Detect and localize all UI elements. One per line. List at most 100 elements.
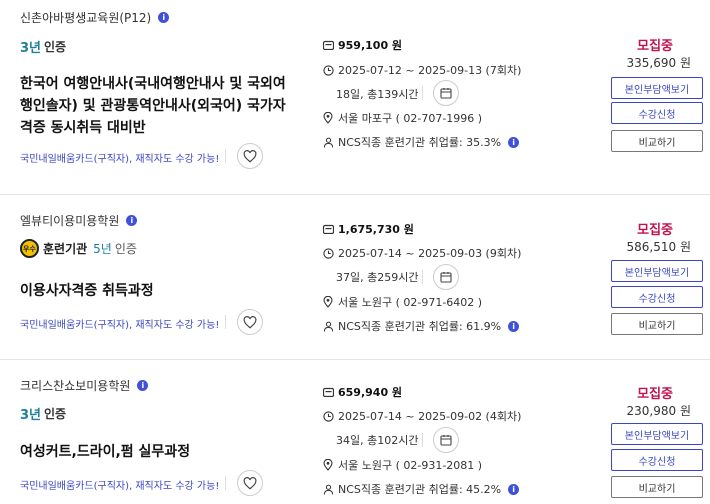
heart-icon — [243, 315, 257, 329]
org-name-row: 신촌아바평생교육원(P12) i — [20, 9, 170, 26]
card-eligibility: 국민내일배움카드(구직자), 재직자도 수강 가능! — [20, 481, 220, 492]
period-row: 2025-07-14 ~ 2025-09-03 (9회차) — [322, 245, 521, 261]
wallet-icon — [322, 223, 334, 235]
info-icon[interactable]: i — [508, 483, 520, 495]
card-eligibility: 국민내일배움카드(구직자), 재직자도 수강 가능! — [20, 154, 220, 165]
cert-years: 3년 — [20, 41, 42, 56]
heart-icon — [243, 476, 257, 490]
wallet-icon — [322, 39, 334, 51]
self-pay-button[interactable]: 본인부담액보기 — [611, 260, 703, 282]
divider — [225, 315, 226, 329]
period-row: 2025-07-14 ~ 2025-09-02 (4회차) — [322, 408, 521, 424]
calendar-icon — [440, 272, 452, 283]
employment-rate: NCS직종 훈련기관 취업률: 45.2% — [338, 483, 502, 496]
org-name-row: 엘뷰티이용미용학원 i — [20, 212, 138, 229]
course-location: 서울 마포구 ( 02-707-1996 ) — [338, 112, 483, 125]
certification-badge: 3년 인증 — [20, 404, 66, 423]
info-icon[interactable]: i — [126, 215, 138, 226]
self-pay-amount: 586,510 원 — [626, 240, 691, 254]
course-period: 2025-07-14 ~ 2025-09-03 (9회차) — [338, 247, 522, 260]
cert-name: 훈련기관 — [43, 242, 88, 256]
self-pay-amount: 335,690 원 — [626, 56, 691, 70]
apply-button[interactable]: 수강신청 — [611, 449, 703, 471]
course-period: 2025-07-14 ~ 2025-09-02 (4회차) — [338, 410, 522, 423]
clock-icon — [322, 247, 334, 259]
course-duration: 37일, 총259시간 — [336, 271, 419, 284]
person-icon — [322, 320, 334, 332]
pin-icon — [322, 459, 334, 471]
course-card[interactable]: 엘뷰티이용미용학원 i 우수 훈련기관 5년 인증 이용사자격증 취득과정 국민… — [0, 195, 710, 359]
cert-years: 3년 — [20, 408, 42, 423]
info-icon[interactable]: i — [158, 12, 170, 23]
compare-button[interactable]: 비교하기 — [611, 313, 703, 335]
employment-row: NCS직종 훈련기관 취업률: 61.9% i — [322, 318, 520, 334]
self-pay-amount: 230,980 원 — [626, 404, 691, 418]
calendar-button[interactable] — [433, 80, 459, 106]
clock-icon — [322, 410, 334, 422]
course-duration: 18일, 총139시간 — [336, 88, 419, 101]
price-row: 1,675,730 원 — [322, 221, 414, 237]
excellence-seal-icon: 우수 — [20, 239, 39, 258]
wishlist-button[interactable] — [237, 143, 263, 169]
course-title[interactable]: 이용사자격증 취득과정 — [20, 280, 295, 302]
employment-row: NCS직종 훈련기관 취업률: 35.3% i — [322, 134, 520, 150]
apply-button[interactable]: 수강신청 — [611, 102, 703, 124]
org-name-row: 크리스찬쇼보미용학원 i — [20, 377, 149, 394]
status-badge: 모집중 — [637, 39, 673, 54]
course-price: 1,675,730 원 — [338, 223, 414, 236]
info-icon[interactable]: i — [508, 136, 520, 148]
employment-rate: NCS직종 훈련기관 취업률: 35.3% — [338, 136, 502, 149]
status-badge: 모집중 — [637, 387, 673, 402]
person-icon — [322, 136, 334, 148]
course-title[interactable]: 여성커트,드라이,펌 실무과정 — [20, 441, 295, 463]
clock-icon — [322, 64, 334, 76]
person-icon — [322, 483, 334, 495]
divider — [225, 476, 226, 490]
cert-label: 인증 — [114, 242, 137, 256]
location-row: 서울 노원구 ( 02-971-6402 ) — [322, 294, 482, 310]
period-row: 2025-07-12 ~ 2025-09-13 (7회차) — [322, 62, 521, 78]
cert-years: 5년 — [93, 242, 112, 256]
status-badge: 모집중 — [637, 223, 673, 238]
course-duration: 34일, 총102시간 — [336, 434, 419, 447]
card-eligibility: 국민내일배움카드(구직자), 재직자도 수강 가능! — [20, 320, 220, 331]
course-title[interactable]: 한국어 여행안내사(국내여행안내사 및 국외여행인솔자) 및 관광통역안내사(외… — [20, 73, 295, 139]
calendar-button[interactable] — [433, 264, 459, 290]
wishlist-button[interactable] — [237, 470, 263, 496]
wishlist-button[interactable] — [237, 309, 263, 335]
course-period: 2025-07-12 ~ 2025-09-13 (7회차) — [338, 64, 522, 77]
certification-badge: 3년 인증 — [20, 37, 66, 56]
info-icon[interactable]: i — [508, 320, 520, 332]
divider — [422, 270, 423, 284]
calendar-icon — [440, 88, 452, 99]
pin-icon — [322, 296, 334, 308]
wallet-icon — [322, 386, 334, 398]
compare-button[interactable]: 비교하기 — [611, 130, 703, 152]
divider — [225, 149, 226, 163]
calendar-button[interactable] — [433, 427, 459, 453]
cert-label: 인증 — [44, 407, 67, 421]
self-pay-button[interactable]: 본인부담액보기 — [611, 77, 703, 99]
info-icon[interactable]: i — [137, 380, 149, 391]
course-card[interactable]: 신촌아바평생교육원(P12) i 3년 인증 한국어 여행안내사(국내여행안내사… — [0, 0, 710, 194]
pin-icon — [322, 112, 334, 124]
self-pay-button[interactable]: 본인부담액보기 — [611, 423, 703, 445]
course-price: 959,100 원 — [338, 39, 403, 52]
divider — [422, 433, 423, 447]
price-row: 659,940 원 — [322, 384, 402, 400]
location-row: 서울 노원구 ( 02-931-2081 ) — [322, 457, 482, 473]
employment-row: NCS직종 훈련기관 취업률: 45.2% i — [322, 481, 520, 497]
heart-icon — [243, 149, 257, 163]
divider — [422, 86, 423, 100]
apply-button[interactable]: 수강신청 — [611, 286, 703, 308]
course-card[interactable]: 크리스찬쇼보미용학원 i 3년 인증 여성커트,드라이,펌 실무과정 국민내일배… — [0, 360, 710, 504]
employment-rate: NCS직종 훈련기관 취업률: 61.9% — [338, 320, 502, 333]
course-location: 서울 노원구 ( 02-971-6402 ) — [338, 296, 483, 309]
org-name[interactable]: 엘뷰티이용미용학원 — [20, 212, 119, 229]
compare-button[interactable]: 비교하기 — [611, 476, 703, 498]
org-name[interactable]: 신촌아바평생교육원(P12) — [20, 9, 151, 26]
course-location: 서울 노원구 ( 02-931-2081 ) — [338, 459, 483, 472]
course-price: 659,940 원 — [338, 386, 403, 399]
org-name[interactable]: 크리스찬쇼보미용학원 — [20, 377, 130, 394]
location-row: 서울 마포구 ( 02-707-1996 ) — [322, 110, 482, 126]
